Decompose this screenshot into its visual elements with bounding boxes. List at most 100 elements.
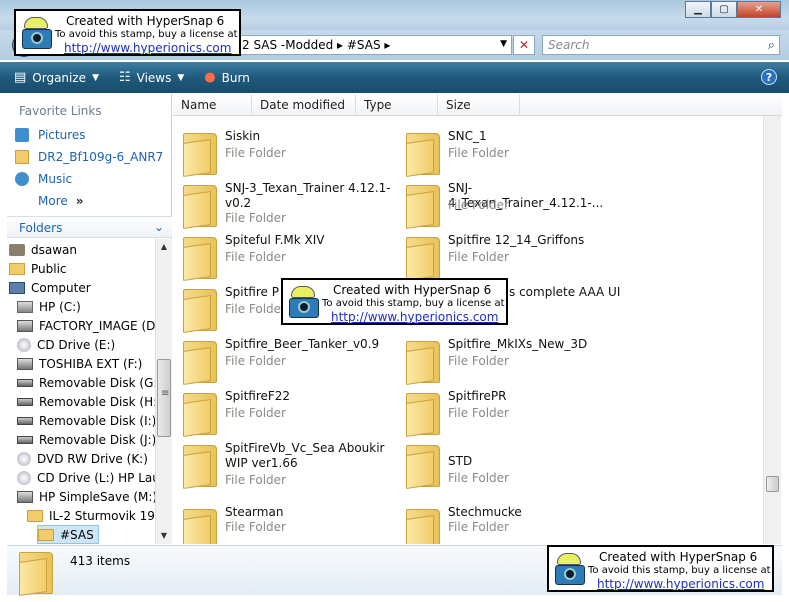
stamp-link[interactable]: http://www.hyperionics.com (597, 577, 764, 591)
folder-item[interactable]: Spitfire 12_14_Griffons File Folder (396, 231, 616, 283)
minimize-button[interactable]: ▁ (685, 1, 711, 18)
removable-disk-icon (17, 435, 33, 444)
folder-type: File Folder (225, 354, 286, 368)
maximize-button[interactable]: ▢ (711, 1, 737, 18)
column-headers: Name Date modified Type Size (173, 94, 782, 116)
folder-icon (183, 391, 217, 437)
burn-button[interactable]: ● Burn (204, 70, 250, 85)
folder-item[interactable]: Spitfire_Beer_Tanker_v0.9 File Folder (173, 335, 393, 387)
tree-item-public[interactable]: Public (9, 259, 67, 278)
tree-item-removable-h[interactable]: Removable Disk (H:) (17, 392, 155, 411)
computer-icon (9, 281, 25, 294)
folder-name: Spiteful F.Mk XIV (225, 233, 325, 247)
user-folder-icon (9, 243, 25, 256)
removable-disk-icon (17, 378, 33, 387)
file-list-scrollbar[interactable] (763, 116, 781, 544)
close-button[interactable]: ✕ (737, 1, 781, 18)
tree-item-label: HP (C:) (39, 299, 81, 314)
folder-name: SNJ-3_Texan_Trainer 4.12.1-v0.2 (225, 181, 391, 210)
tree-item-label: IL-2 Sturmovik 1946 (49, 508, 155, 523)
folder-icon (406, 131, 440, 177)
favorite-link-pictures[interactable]: Pictures (15, 128, 86, 142)
tree-item-label: Computer (31, 280, 91, 295)
folder-item[interactable]: Stearman File Folder (173, 503, 393, 544)
item-count: 413 items (70, 554, 131, 568)
address-field[interactable]: 2 SAS -Modded ▸ #SAS ▸ ▼ (236, 35, 512, 55)
tree-item-removable-i[interactable]: Removable Disk (I:) (17, 411, 155, 430)
tree-item-cd-l[interactable]: CD Drive (L:) HP Laun (17, 468, 155, 487)
file-grid: Siskin File Folder SNC_1 File Folder SNJ… (173, 117, 763, 544)
tree-item-label: #SAS (60, 527, 94, 542)
address-dropdown-icon[interactable]: ▼ (500, 39, 507, 49)
folder-item[interactable]: SNC_1 File Folder (396, 127, 616, 179)
folder-item[interactable]: SNJ-4_Texan_Trainer_4.12.1-... File Fold… (396, 179, 616, 231)
folder-icon (183, 183, 217, 229)
tree-item-factory-image[interactable]: FACTORY_IMAGE (D: (17, 316, 155, 335)
folder-item[interactable]: SpitFireVb_Vc_Sea Aboukir WIP ver1.66 Fi… (173, 439, 393, 491)
double-chevron-icon: » (75, 194, 84, 208)
folder-type: File Folder (225, 520, 286, 534)
stamp-notice: To avoid this stamp, buy a license at (55, 29, 238, 40)
clear-address-button[interactable]: ✕ (513, 35, 535, 55)
tree-item-label: TOSHIBA EXT (F:) (39, 356, 143, 371)
organize-button[interactable]: ▤ Organize ▼ (14, 70, 99, 85)
folder-type: File Folder (448, 406, 509, 420)
folder-name: SpitfireF22 (225, 389, 291, 403)
tree-item-label: FACTORY_IMAGE (D: (39, 318, 155, 333)
tree-item-dvd-k[interactable]: DVD RW Drive (K:) (17, 449, 148, 468)
tree-item-computer[interactable]: Computer (9, 278, 91, 297)
tree-item-removable-g[interactable]: Removable Disk (G:) (17, 373, 155, 392)
folder-item[interactable]: Spiteful F.Mk XIV File Folder (173, 231, 393, 283)
window-controls: ▁ ▢ ✕ (685, 1, 781, 18)
folder-icon (406, 507, 440, 544)
tree-item-label: CD Drive (E:) (37, 337, 116, 352)
folder-item[interactable]: SpitfirePR File Folder (396, 387, 616, 439)
folders-title: Folders (19, 221, 63, 235)
chevron-down-icon: ▼ (177, 72, 185, 83)
views-button[interactable]: ☷ Views ▼ (119, 70, 184, 85)
more-links[interactable]: More » (38, 194, 84, 208)
scroll-thumb[interactable] (766, 476, 779, 492)
stamp-link[interactable]: http://www.hyperionics.com (331, 310, 498, 324)
tree-item-toshiba[interactable]: TOSHIBA EXT (F:) (17, 354, 142, 373)
help-button[interactable]: ? (761, 69, 777, 85)
stamp-link[interactable]: http://www.hyperionics.com (64, 41, 231, 55)
scroll-down-icon[interactable]: ▼ (156, 528, 172, 544)
favorite-link-dr2[interactable]: DR2_Bf109g-6_ANR7 (15, 150, 163, 164)
tree-item-il2[interactable]: IL-2 Sturmovik 1946 (27, 506, 155, 525)
folder-item[interactable]: SpitfireF22 File Folder (173, 387, 393, 439)
folder-icon (9, 262, 25, 275)
folder-item[interactable]: Siskin File Folder (173, 127, 393, 179)
tree-item-cd-e[interactable]: CD Drive (E:) (17, 335, 115, 354)
folder-item[interactable]: STD File Folder (396, 439, 616, 491)
dvd-drive-icon (17, 451, 31, 466)
hypersnap-stamp: Created with HyperSnap 6 To avoid this s… (281, 278, 508, 325)
folder-item[interactable]: Stechmucke File Folder (396, 503, 616, 544)
tree-item-hp-simplesave[interactable]: HP SimpleSave (M:) (17, 487, 155, 506)
folders-header[interactable]: Folders ⌄ (7, 216, 172, 238)
organize-icon: ▤ (14, 70, 27, 85)
column-date-modified[interactable]: Date modified (252, 94, 356, 116)
cd-drive-icon (17, 337, 31, 352)
column-type[interactable]: Type (356, 94, 438, 116)
tree-item-sas[interactable]: #SAS (37, 525, 99, 544)
folder-tree-scrollbar[interactable]: ▲ ▼ (155, 239, 172, 544)
folder-type: File Folder (225, 146, 286, 160)
folder-item[interactable]: Spitfire_MkIXs_New_3D File Folder (396, 335, 616, 387)
column-name[interactable]: Name (173, 94, 252, 116)
search-input[interactable]: Search ⌕ (542, 35, 780, 55)
folder-item[interactable]: SNJ-3_Texan_Trainer 4.12.1-v0.2 File Fol… (173, 179, 393, 231)
column-size[interactable]: Size (438, 94, 520, 116)
search-icon[interactable]: ⌕ (768, 38, 775, 53)
tree-item-label: Removable Disk (G:) (39, 375, 155, 390)
tree-item-dsawan[interactable]: dsawan (9, 240, 77, 259)
favorite-link-music[interactable]: Music (15, 172, 72, 186)
stamp-notice: To avoid this stamp, buy a license at (322, 298, 505, 309)
scroll-thumb[interactable] (157, 359, 171, 437)
tree-item-removable-j[interactable]: Removable Disk (J:) (17, 430, 155, 449)
tree-item-hp-c[interactable]: HP (C:) (17, 297, 81, 316)
folder-type: File Folder (225, 211, 286, 225)
scroll-up-icon[interactable]: ▲ (156, 239, 172, 255)
favorite-link-label: Pictures (38, 128, 86, 142)
folder-icon (15, 150, 29, 164)
